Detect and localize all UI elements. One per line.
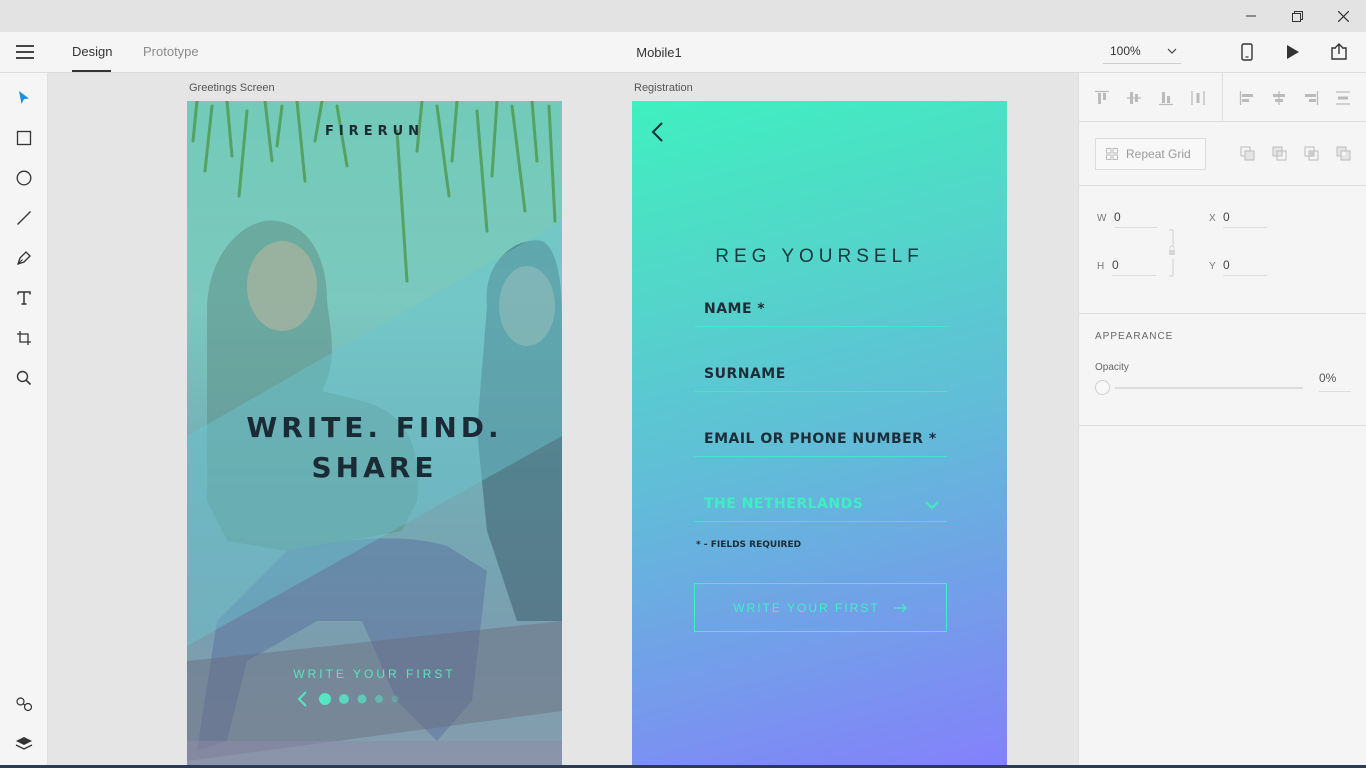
zoom-icon[interactable] bbox=[14, 368, 34, 388]
divider bbox=[1079, 313, 1366, 314]
grid-icon bbox=[1106, 148, 1118, 160]
tool-sidebar bbox=[0, 73, 48, 768]
country-select-value: THE NETHERLANDS bbox=[704, 496, 864, 512]
headline: WRITE. FIND. SHARE bbox=[187, 408, 562, 488]
align-left-icon[interactable] bbox=[1239, 90, 1255, 106]
symbols-icon[interactable] bbox=[14, 694, 34, 714]
height-input[interactable]: 0 bbox=[1112, 258, 1156, 276]
align-bottom-icon[interactable] bbox=[1158, 90, 1174, 106]
restore-icon[interactable] bbox=[1274, 0, 1320, 32]
button-label: WRITE YOUR FIRST bbox=[733, 600, 880, 615]
x-input[interactable]: 0 bbox=[1223, 210, 1267, 228]
align-top-icon[interactable] bbox=[1094, 90, 1110, 106]
property-inspector: Repeat Grid W 0 H 0 X 0 Y 0 APPEARANCE O… bbox=[1078, 73, 1366, 768]
divider bbox=[1079, 185, 1366, 186]
select-icon[interactable] bbox=[14, 88, 34, 108]
align-middle-icon[interactable] bbox=[1126, 90, 1142, 106]
repeat-grid-label: Repeat Grid bbox=[1126, 147, 1191, 161]
minimize-icon[interactable] bbox=[1228, 0, 1274, 32]
pagination-dot-active bbox=[319, 693, 331, 705]
boolean-add-icon[interactable] bbox=[1240, 146, 1256, 162]
email-field[interactable]: EMAIL OR PHONE NUMBER * bbox=[694, 427, 947, 457]
rectangle-icon[interactable] bbox=[14, 128, 34, 148]
align-center-icon[interactable] bbox=[1271, 90, 1287, 106]
layers-icon[interactable] bbox=[14, 734, 34, 754]
height-label: H bbox=[1097, 261, 1105, 272]
repeat-grid-button[interactable]: Repeat Grid bbox=[1095, 138, 1206, 170]
chevron-left-icon bbox=[297, 691, 307, 707]
close-icon[interactable] bbox=[1320, 0, 1366, 32]
pen-icon[interactable] bbox=[14, 248, 34, 268]
width-label: W bbox=[1097, 213, 1107, 224]
window-titlebar bbox=[0, 0, 1366, 32]
pagination-dot bbox=[391, 695, 399, 703]
headline-line-1: WRITE. FIND. bbox=[246, 411, 503, 444]
pagination-dot bbox=[357, 694, 367, 704]
x-label: X bbox=[1209, 213, 1216, 224]
divider bbox=[1079, 425, 1366, 426]
y-input[interactable]: 0 bbox=[1223, 258, 1267, 276]
artboard-label-registration[interactable]: Registration bbox=[634, 82, 693, 94]
menubar: Design Prototype Mobile1 100% bbox=[0, 32, 1366, 73]
write-your-first-button[interactable]: WRITE YOUR FIRST bbox=[694, 583, 947, 632]
brand-logo-text: FIRERUN bbox=[324, 124, 425, 139]
y-label: Y bbox=[1209, 261, 1216, 272]
boolean-subtract-icon[interactable] bbox=[1272, 146, 1288, 162]
arrow-right-icon bbox=[893, 603, 907, 612]
greetings-cta-link[interactable]: WRITE YOUR FIRST bbox=[187, 667, 562, 681]
pagination-dot bbox=[375, 695, 383, 703]
artboard-icon[interactable] bbox=[14, 328, 34, 348]
align-right-icon[interactable] bbox=[1303, 90, 1319, 106]
appearance-heading: APPEARANCE bbox=[1095, 331, 1174, 342]
email-field-label: EMAIL OR PHONE NUMBER * bbox=[704, 431, 937, 447]
mobile-preview-icon[interactable] bbox=[1237, 42, 1257, 62]
surname-field[interactable]: SURNAME bbox=[694, 362, 947, 392]
country-select[interactable]: THE NETHERLANDS bbox=[694, 492, 947, 522]
text-icon[interactable] bbox=[14, 288, 34, 308]
zoom-select[interactable]: 100% bbox=[1103, 42, 1181, 64]
chevron-down-icon bbox=[1167, 48, 1177, 54]
width-input[interactable]: 0 bbox=[1114, 210, 1158, 228]
required-note: * - FIELDS REQUIRED bbox=[696, 540, 802, 550]
opacity-label: Opacity bbox=[1095, 362, 1129, 373]
play-icon[interactable] bbox=[1283, 42, 1303, 62]
name-field-label: NAME * bbox=[704, 301, 766, 317]
boolean-exclude-icon[interactable] bbox=[1336, 146, 1352, 162]
ellipse-icon[interactable] bbox=[14, 168, 34, 188]
artboard-registration[interactable]: REG YOURSELF NAME * SURNAME EMAIL OR PHO… bbox=[632, 101, 1007, 768]
registration-title: REG YOURSELF bbox=[715, 246, 924, 267]
share-icon[interactable] bbox=[1329, 42, 1349, 62]
distribute-vertical-icon[interactable] bbox=[1335, 90, 1351, 106]
artboard-greetings[interactable]: FIRERUN WRITE. FIND. SHARE WRITE YOUR FI… bbox=[187, 101, 562, 768]
chevron-down-icon bbox=[925, 501, 939, 510]
opacity-slider-track[interactable] bbox=[1115, 387, 1303, 389]
line-icon[interactable] bbox=[14, 208, 34, 228]
boolean-intersect-icon[interactable] bbox=[1304, 146, 1320, 162]
distribute-horizontal-icon[interactable] bbox=[1190, 90, 1206, 106]
back-arrow-icon[interactable] bbox=[650, 121, 666, 143]
headline-line-2: SHARE bbox=[311, 451, 438, 484]
lock-aspect-icon[interactable] bbox=[1167, 229, 1177, 277]
opacity-slider-handle[interactable] bbox=[1095, 380, 1110, 395]
surname-field-label: SURNAME bbox=[704, 366, 786, 382]
divider bbox=[1079, 121, 1366, 122]
zoom-value: 100% bbox=[1110, 44, 1141, 58]
pagination-dot bbox=[339, 694, 349, 704]
name-field[interactable]: NAME * bbox=[694, 297, 947, 327]
active-tab-indicator bbox=[72, 70, 111, 72]
opacity-input[interactable]: 0% bbox=[1319, 371, 1351, 392]
artboard-label-greetings[interactable]: Greetings Screen bbox=[189, 82, 275, 94]
pagination bbox=[297, 691, 399, 707]
design-canvas[interactable]: Greetings Screen Registration FIRERUN WR… bbox=[48, 73, 1078, 768]
divider bbox=[1222, 73, 1223, 121]
